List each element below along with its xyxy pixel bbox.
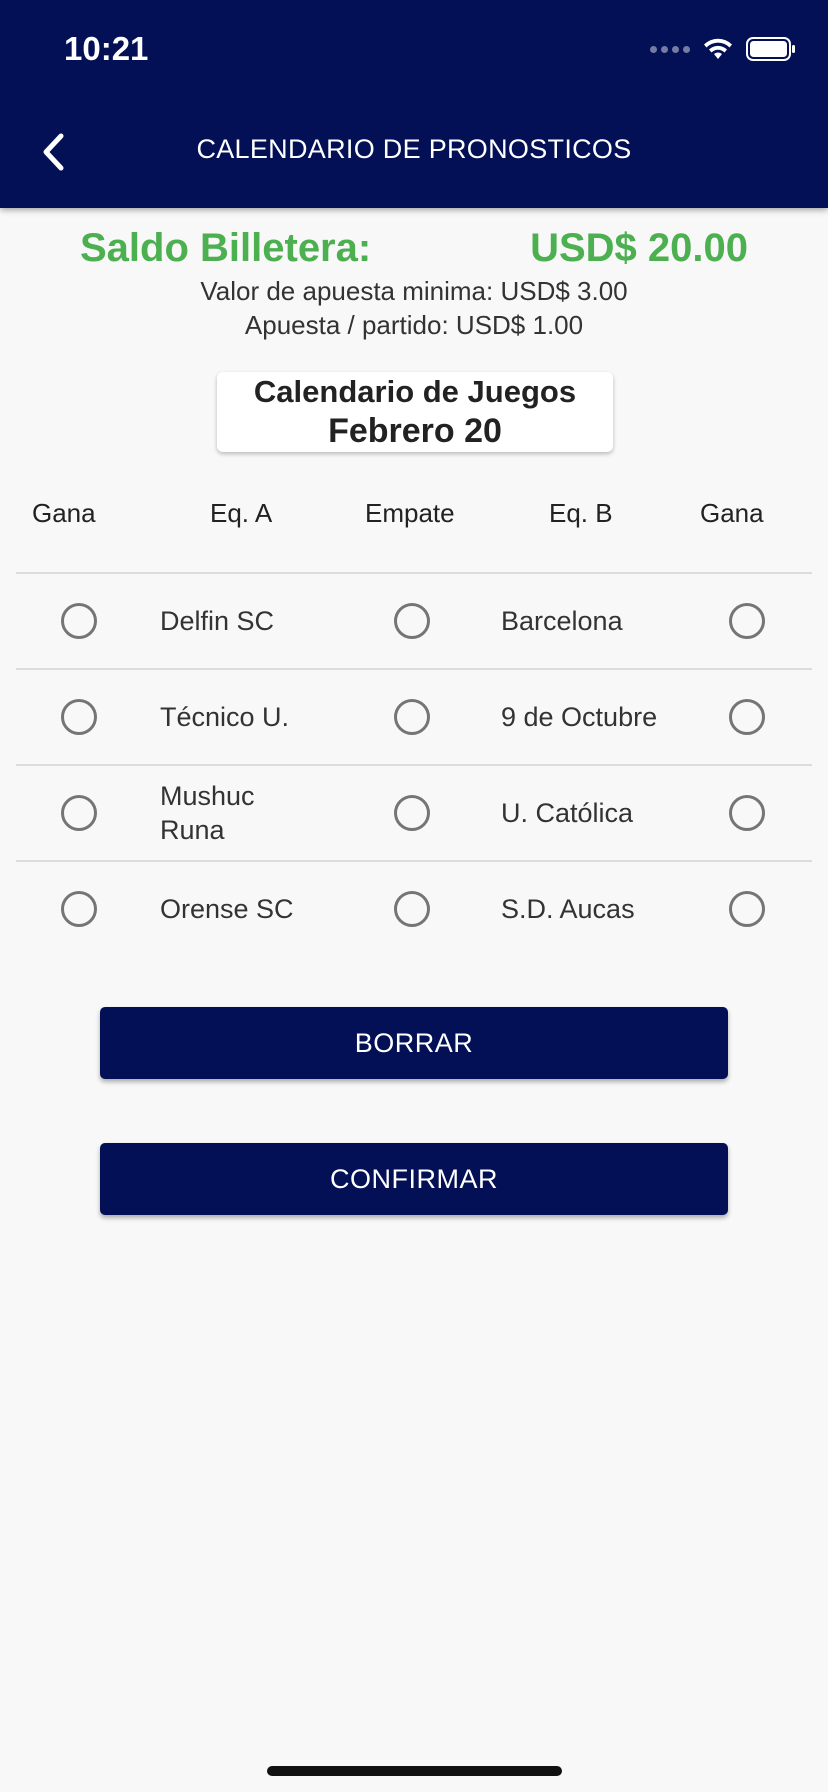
radio-draw[interactable] [394, 699, 430, 735]
radio-win-b[interactable] [729, 795, 765, 831]
confirm-button[interactable]: CONFIRMAR [100, 1143, 728, 1215]
status-time: 10:21 [64, 30, 149, 67]
home-indicator [267, 1766, 562, 1776]
radio-draw[interactable] [394, 891, 430, 927]
clear-button[interactable]: BORRAR [100, 1007, 728, 1079]
wifi-icon [704, 38, 732, 59]
team-a-name: Orense SC [160, 894, 294, 924]
page-title: CALENDARIO DE PRONOSTICOS [196, 134, 632, 164]
wallet-label: Saldo Billetera: [80, 226, 372, 270]
team-b-name: Barcelona [501, 606, 623, 636]
radio-draw[interactable] [394, 795, 430, 831]
team-a-name: Técnico U. [160, 702, 290, 732]
radio-win-b[interactable] [729, 891, 765, 927]
status-icons [650, 34, 796, 64]
header-team-b: Eq. B [549, 498, 613, 528]
cellular-signal-icon [650, 45, 690, 53]
radio-win-b[interactable] [729, 603, 765, 639]
table-header: Gana Eq. A Empate Eq. B Gana [0, 498, 828, 534]
wallet-balance-row: Saldo Billetera: USD$ 20.00 [0, 226, 828, 278]
header-draw: Empate [365, 498, 455, 528]
team-b-name: 9 de Octubre [501, 702, 658, 732]
min-bet-text: Valor de apuesta minima: USD$ 3.00 [200, 276, 628, 306]
team-b-name: S.D. Aucas [501, 894, 635, 924]
radio-win-a[interactable] [61, 603, 97, 639]
radio-draw[interactable] [394, 603, 430, 639]
header-team-a: Eq. A [210, 498, 273, 528]
radio-win-a[interactable] [61, 891, 97, 927]
header-win-b: Gana [700, 498, 764, 528]
app-header: 10:21 CALENDARIO DE PRONOSTICOS [0, 0, 828, 208]
radio-win-a[interactable] [61, 699, 97, 735]
radio-win-b[interactable] [729, 699, 765, 735]
table-row: Mushuc Runa U. Católica [16, 764, 812, 860]
team-b-name: U. Católica [501, 798, 634, 828]
calendar-date: Febrero 20 [328, 412, 502, 450]
team-a-name: Delfin SC [160, 606, 275, 636]
per-match-bet-text: Apuesta / partido: USD$ 1.00 [244, 310, 584, 340]
header-win-a: Gana [32, 498, 96, 528]
calendar-card: Calendario de Juegos Febrero 20 [217, 372, 613, 452]
radio-win-a[interactable] [61, 795, 97, 831]
table-row: Orense SC S.D. Aucas [16, 860, 812, 956]
team-a-name: Mushuc Runa [160, 781, 255, 845]
table-row: Delfin SC Barcelona [16, 572, 812, 668]
calendar-title: Calendario de Juegos [253, 374, 577, 409]
wallet-value: USD$ 20.00 [530, 226, 748, 270]
battery-icon [746, 37, 795, 61]
table-row: Técnico U. 9 de Octubre [16, 668, 812, 764]
